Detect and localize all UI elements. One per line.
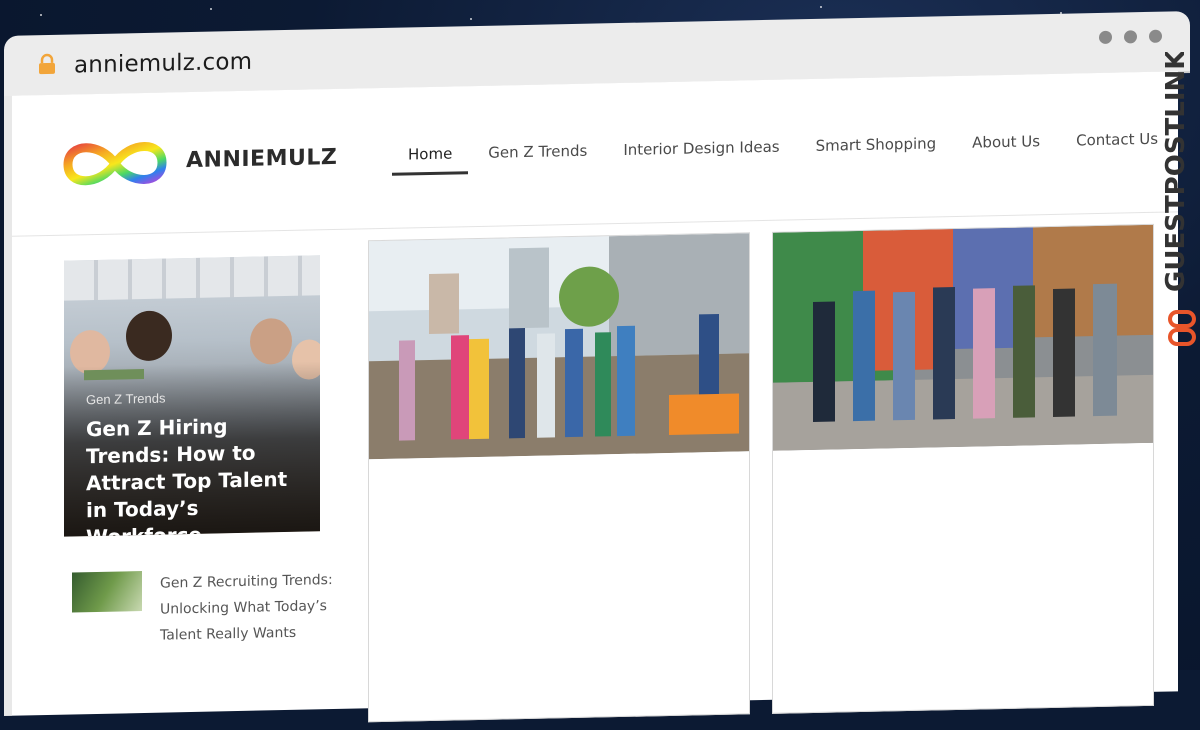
window-dot[interactable] xyxy=(1099,30,1112,44)
nav-smart-shopping[interactable]: Smart Shopping xyxy=(816,134,937,167)
chain-link-icon xyxy=(1168,310,1196,346)
nav-gen-z-trends[interactable]: Gen Z Trends xyxy=(488,142,587,174)
address-bar-url[interactable]: anniemulz.com xyxy=(74,49,252,79)
star xyxy=(820,6,822,8)
main-nav: Home Gen Z Trends Interior Design Ideas … xyxy=(408,130,1158,176)
svg-text:GUESTPOSTLINKS: GUESTPOSTLINKS xyxy=(1161,52,1191,292)
window-controls xyxy=(1099,29,1162,44)
featured-column: Gen Z Trends Gen Z Hiring Trends: How to… xyxy=(64,255,333,644)
web-page: ANNIEMULZ Home Gen Z Trends Interior Des… xyxy=(4,71,1178,723)
post-card[interactable] xyxy=(368,232,750,723)
post-card[interactable] xyxy=(772,223,1154,714)
featured-title[interactable]: Gen Z Hiring Trends: How to Attract Top … xyxy=(86,412,296,536)
infinity-logo-icon[interactable] xyxy=(60,132,170,194)
side-post-title[interactable]: Gen Z Recruiting Trends: Unlocking What … xyxy=(160,567,340,649)
window-dot[interactable] xyxy=(1149,29,1162,43)
hero-image-person xyxy=(250,317,292,365)
post-card-image[interactable] xyxy=(773,224,1153,451)
star xyxy=(210,8,212,10)
post-card-image[interactable] xyxy=(369,233,749,460)
side-post[interactable]: Gen Z Recruiting Trends: Unlocking What … xyxy=(64,567,333,644)
nav-contact-us[interactable]: Contact Us xyxy=(1076,130,1158,162)
side-post-thumbnail[interactable] xyxy=(72,571,142,613)
featured-category[interactable]: Gen Z Trends xyxy=(86,391,165,408)
featured-post[interactable]: Gen Z Trends Gen Z Hiring Trends: How to… xyxy=(64,255,320,537)
side-post-thumbnail[interactable] xyxy=(84,368,144,381)
hero-image-ceiling xyxy=(64,255,320,301)
hero-image-person xyxy=(126,310,172,362)
window-dot[interactable] xyxy=(1124,30,1137,44)
site-logo-text[interactable]: ANNIEMULZ xyxy=(186,145,337,173)
lock-icon xyxy=(39,53,55,75)
star xyxy=(40,14,42,16)
nav-home[interactable]: Home xyxy=(408,145,452,176)
browser-window: anniemulz.com ANNIEMULZ Home Gen Z Trend… xyxy=(0,1,1190,723)
site-header: ANNIEMULZ Home Gen Z Trends Interior Des… xyxy=(12,71,1178,237)
nav-interior-design-ideas[interactable]: Interior Design Ideas xyxy=(623,138,779,171)
nav-about-us[interactable]: About Us xyxy=(972,132,1040,163)
guestpostlinks-watermark: GUESTPOSTLINKS xyxy=(1161,52,1196,346)
